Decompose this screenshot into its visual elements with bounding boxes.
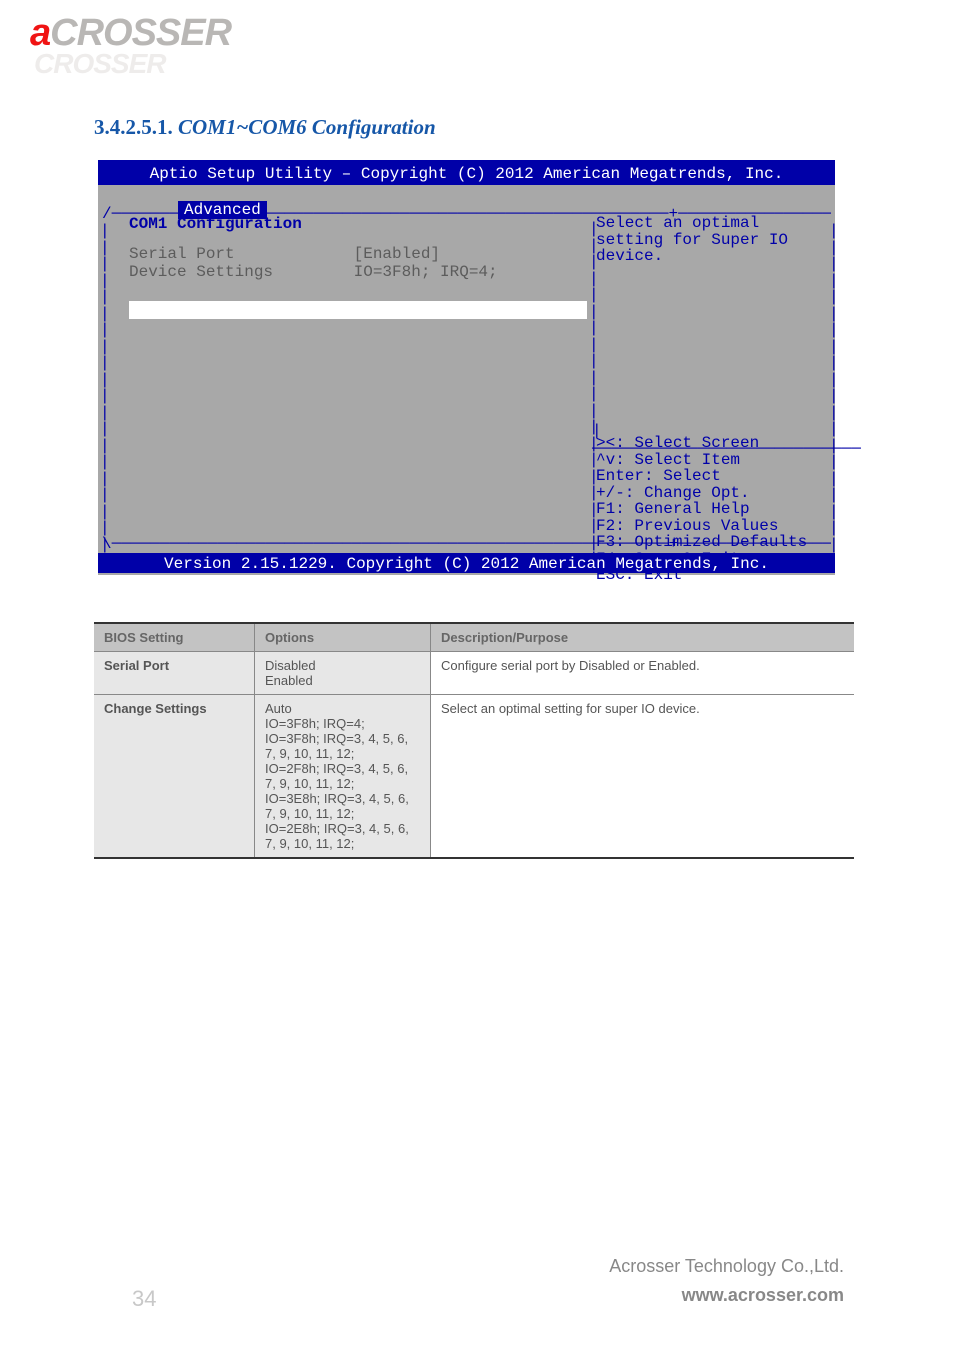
cell-setting-change-settings: Change Settings <box>94 695 255 859</box>
th-description: Description/Purpose <box>431 623 855 652</box>
table-header-row: BIOS Setting Options Description/Purpose <box>94 623 854 652</box>
cell-desc-change-settings: Select an optimal setting for super IO d… <box>431 695 855 859</box>
table-row: Change Settings Auto IO=3F8h; IRQ=4; IO=… <box>94 695 854 859</box>
section-heading: 3.4.2.5.1. COM1~COM6 Configuration <box>94 115 864 140</box>
footer-www: www.acrosser.com <box>609 1281 844 1310</box>
cell-desc-serial-port: Configure serial port by Disabled or Ena… <box>431 652 855 695</box>
bios-screenshot: Aptio Setup Utility – Copyright (C) 2012… <box>98 160 835 572</box>
bios-value-change-settings: [Auto] <box>354 301 412 319</box>
bios-row-serial-port[interactable]: Serial Port [Enabled] <box>129 245 587 263</box>
bios-label-change-settings: Change Settings <box>129 301 344 319</box>
cell-options-change-settings: Auto IO=3F8h; IRQ=4; IO=3F8h; IRQ=3, 4, … <box>255 695 431 859</box>
logo-shadow: CROSSER <box>34 48 231 80</box>
cell-options-serial-port: Disabled Enabled <box>255 652 431 695</box>
section-number: 3.4.2.5.1. <box>94 115 173 139</box>
bios-value-serial-port: [Enabled] <box>354 245 440 263</box>
bios-border-bottom: \───────────────────────────────────────… <box>102 535 831 553</box>
bios-help-text: Select an optimal setting for Super IO d… <box>596 215 826 265</box>
table-row: Serial Port Disabled Enabled Configure s… <box>94 652 854 695</box>
bios-row-change-settings[interactable]: Change Settings [Auto] <box>129 301 587 319</box>
section-title: COM1~COM6 Configuration <box>178 115 436 139</box>
page-number: 34 <box>132 1286 156 1312</box>
bios-tab-advanced[interactable]: Advanced <box>178 201 267 219</box>
settings-table: BIOS Setting Options Description/Purpose… <box>94 622 854 859</box>
bios-value-device-settings: IO=3F8h; IRQ=4; <box>354 263 498 281</box>
bios-edge-right: ||||||||||||||||||||| <box>829 223 833 555</box>
cell-setting-serial-port: Serial Port <box>94 652 255 695</box>
bios-row-device-settings: Device Settings IO=3F8h; IRQ=4; <box>129 263 587 281</box>
bios-side-help: Select an optimal setting for Super IO d… <box>596 215 826 265</box>
th-options: Options <box>255 623 431 652</box>
bios-footer: Version 2.15.1229. Copyright (C) 2012 Am… <box>98 553 835 573</box>
page-footer: Acrosser Technology Co.,Ltd. www.acrosse… <box>609 1252 844 1310</box>
bios-header-text: Aptio Setup Utility – Copyright (C) 2012… <box>150 165 784 183</box>
logo: aCROSSER CROSSER <box>30 14 231 80</box>
bios-label-serial-port: Serial Port <box>129 245 344 263</box>
bios-header-bar: Aptio Setup Utility – Copyright (C) 2012… <box>98 160 835 185</box>
footer-company: Acrosser Technology Co.,Ltd. <box>609 1252 844 1281</box>
bios-label-device-settings: Device Settings <box>129 263 344 281</box>
bios-edge-left: ||||||||||||||||||||| <box>100 223 104 555</box>
bios-main-area: COM1 Configuration Serial Port [Enabled]… <box>107 215 587 319</box>
th-bios-setting: BIOS Setting <box>94 623 255 652</box>
